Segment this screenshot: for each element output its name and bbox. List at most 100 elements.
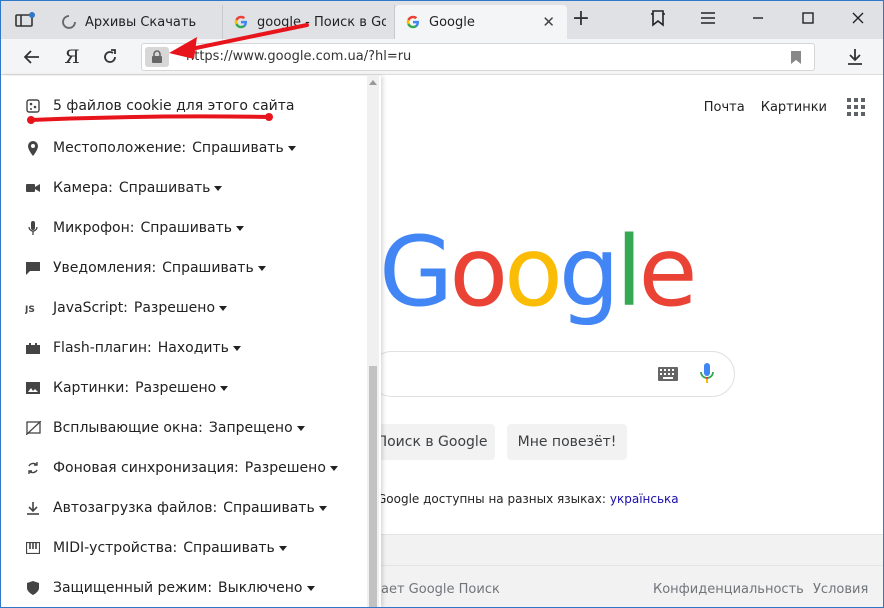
footer-privacy-link[interactable]: Конфиденциальность	[653, 582, 804, 597]
close-window-button[interactable]	[833, 1, 883, 35]
logo-letter: o	[504, 216, 563, 328]
tab-strip: Архивы Скачать google - Поиск в Goog	[1, 1, 883, 39]
google-search-button[interactable]: Поиск в Google	[369, 424, 495, 460]
bookmark-icon	[791, 50, 801, 64]
images-link[interactable]: Картинки	[761, 100, 827, 115]
permission-dropdown[interactable]: Выключено	[218, 580, 315, 596]
tab-close-icon[interactable]: ✕	[538, 13, 559, 31]
caret-down-icon	[219, 305, 228, 311]
permission-flash[interactable]: Flash-плагин: Находить	[25, 336, 241, 360]
bookmark-button[interactable]	[788, 49, 804, 65]
permission-label: Камера:	[53, 180, 113, 196]
caret-down-icon	[306, 585, 315, 591]
tab-2[interactable]: google - Поиск в Goog	[223, 5, 395, 39]
permission-location[interactable]: Местоположение: Спрашивать	[25, 136, 296, 160]
permission-value: Разрешено	[135, 380, 217, 396]
permission-dropdown[interactable]: Разрешено	[134, 300, 228, 316]
permission-javascript[interactable]: JS JavaScript: Разрешено	[25, 296, 228, 320]
permission-value: Спрашивать	[118, 180, 211, 196]
permission-label: Защищенный режим:	[53, 580, 213, 596]
logo-letter: o	[449, 216, 508, 328]
permission-background-sync[interactable]: Фоновая синхронизация: Разрешено	[25, 456, 338, 480]
permission-label: Картинки:	[53, 380, 130, 396]
google-favicon-icon	[405, 14, 421, 30]
permission-value: Выключено	[218, 580, 303, 596]
permission-dropdown[interactable]: Запрещено	[209, 420, 305, 436]
google-header: Почта Картинки	[688, 98, 865, 116]
maximize-button[interactable]	[783, 1, 833, 35]
permission-auto-downloads[interactable]: Автозагрузка файлов: Спрашивать	[25, 496, 327, 520]
footer-about-link[interactable]: ает Google Поиск	[381, 582, 500, 597]
footer-terms-link[interactable]: Условия	[813, 582, 868, 597]
minimize-button[interactable]	[733, 1, 783, 35]
permission-dropdown[interactable]: Разрешено	[245, 460, 338, 476]
caret-down-icon	[236, 225, 245, 231]
microphone-icon[interactable]	[700, 363, 714, 385]
languages-line: Google доступны на разных языках: українс…	[377, 492, 679, 506]
tab-1[interactable]: Архивы Скачать	[51, 5, 223, 39]
permission-notifications[interactable]: Уведомления: Спрашивать	[25, 256, 266, 280]
tab-3[interactable]: Google ✕	[395, 5, 567, 39]
popup-blocked-icon	[25, 420, 41, 436]
tab-title: Архивы Скачать	[85, 14, 197, 30]
menu-button[interactable]	[683, 1, 733, 35]
permission-dropdown[interactable]: Спрашивать	[192, 140, 296, 156]
browser-toolbar: Я https://www.google.com.ua/?hl=ru	[1, 39, 883, 75]
browser-window: Архивы Скачать google - Поиск в Goog	[0, 0, 884, 608]
permission-dropdown[interactable]: Разрешено	[135, 380, 229, 396]
permission-popups[interactable]: Всплывающие окна: Запрещено	[25, 416, 305, 440]
camera-icon	[25, 180, 41, 196]
permission-protected-mode[interactable]: Защищенный режим: Выключено	[25, 576, 315, 600]
permission-dropdown[interactable]: Спрашивать	[183, 540, 287, 556]
caret-down-icon	[318, 505, 327, 511]
languages-text: Google доступны на разных языках:	[377, 492, 606, 506]
permission-label: Местоположение:	[53, 140, 187, 156]
site-info-button[interactable]	[145, 47, 169, 67]
permission-dropdown[interactable]: Находить	[158, 340, 241, 356]
back-button[interactable]	[19, 44, 45, 70]
permission-camera[interactable]: Камера: Спрашивать	[25, 176, 223, 200]
permission-dropdown[interactable]: Спрашивать	[141, 220, 245, 236]
downloads-button[interactable]	[843, 45, 867, 69]
permission-dropdown[interactable]: Спрашивать	[223, 500, 327, 516]
address-bar[interactable]: https://www.google.com.ua/?hl=ru	[141, 43, 815, 71]
permission-midi[interactable]: MIDI-устройства: Спрашивать	[25, 536, 287, 560]
tabs-menu-button[interactable]	[633, 1, 683, 35]
new-tab-button[interactable]: +	[569, 6, 593, 31]
caret-down-icon	[296, 425, 305, 431]
permission-label: Микрофон:	[53, 220, 135, 236]
keyboard-icon[interactable]	[658, 367, 678, 381]
permission-label: Автозагрузка файлов:	[53, 500, 218, 516]
reload-button[interactable]	[97, 44, 123, 70]
mail-link[interactable]: Почта	[704, 100, 745, 115]
cookie-icon	[25, 98, 41, 114]
sync-icon	[25, 460, 41, 476]
caret-down-icon	[257, 265, 266, 271]
popup-scrollbar[interactable]	[367, 76, 379, 607]
url-text[interactable]: https://www.google.com.ua/?hl=ru	[186, 49, 411, 64]
permission-label: Фоновая синхронизация:	[53, 460, 239, 476]
scroll-up-icon[interactable]	[369, 80, 377, 85]
lucky-button[interactable]: Мне повезёт!	[507, 424, 627, 460]
permission-images[interactable]: Картинки: Разрешено	[25, 376, 229, 400]
permission-microphone[interactable]: Микрофон: Спрашивать	[25, 216, 245, 240]
apps-grid-icon[interactable]	[847, 98, 865, 116]
cookies-item[interactable]: 5 файлов cookie для этого сайта	[25, 94, 295, 118]
sidebar-toggle-button[interactable]	[11, 9, 41, 31]
permission-dropdown[interactable]: Спрашивать	[162, 260, 266, 276]
yandex-button[interactable]: Я	[59, 44, 85, 70]
sidebar-icon	[15, 12, 35, 27]
permission-dropdown[interactable]: Спрашивать	[119, 180, 223, 196]
tabs-list-icon	[651, 10, 665, 27]
plus-icon: +	[571, 6, 591, 31]
permission-value: Спрашивать	[223, 500, 315, 516]
tab-title: google - Поиск в Goog	[257, 14, 386, 30]
permission-value: Разрешено	[244, 460, 326, 476]
arrow-left-icon	[24, 50, 39, 64]
language-link[interactable]: українська	[610, 492, 679, 506]
google-search-input[interactable]	[369, 351, 735, 397]
scrollbar-thumb[interactable]	[369, 366, 377, 607]
minimize-icon	[753, 17, 763, 19]
google-logo: Google	[379, 224, 698, 320]
site-info-popup: 5 файлов cookie для этого сайта Местопол…	[1, 76, 381, 607]
